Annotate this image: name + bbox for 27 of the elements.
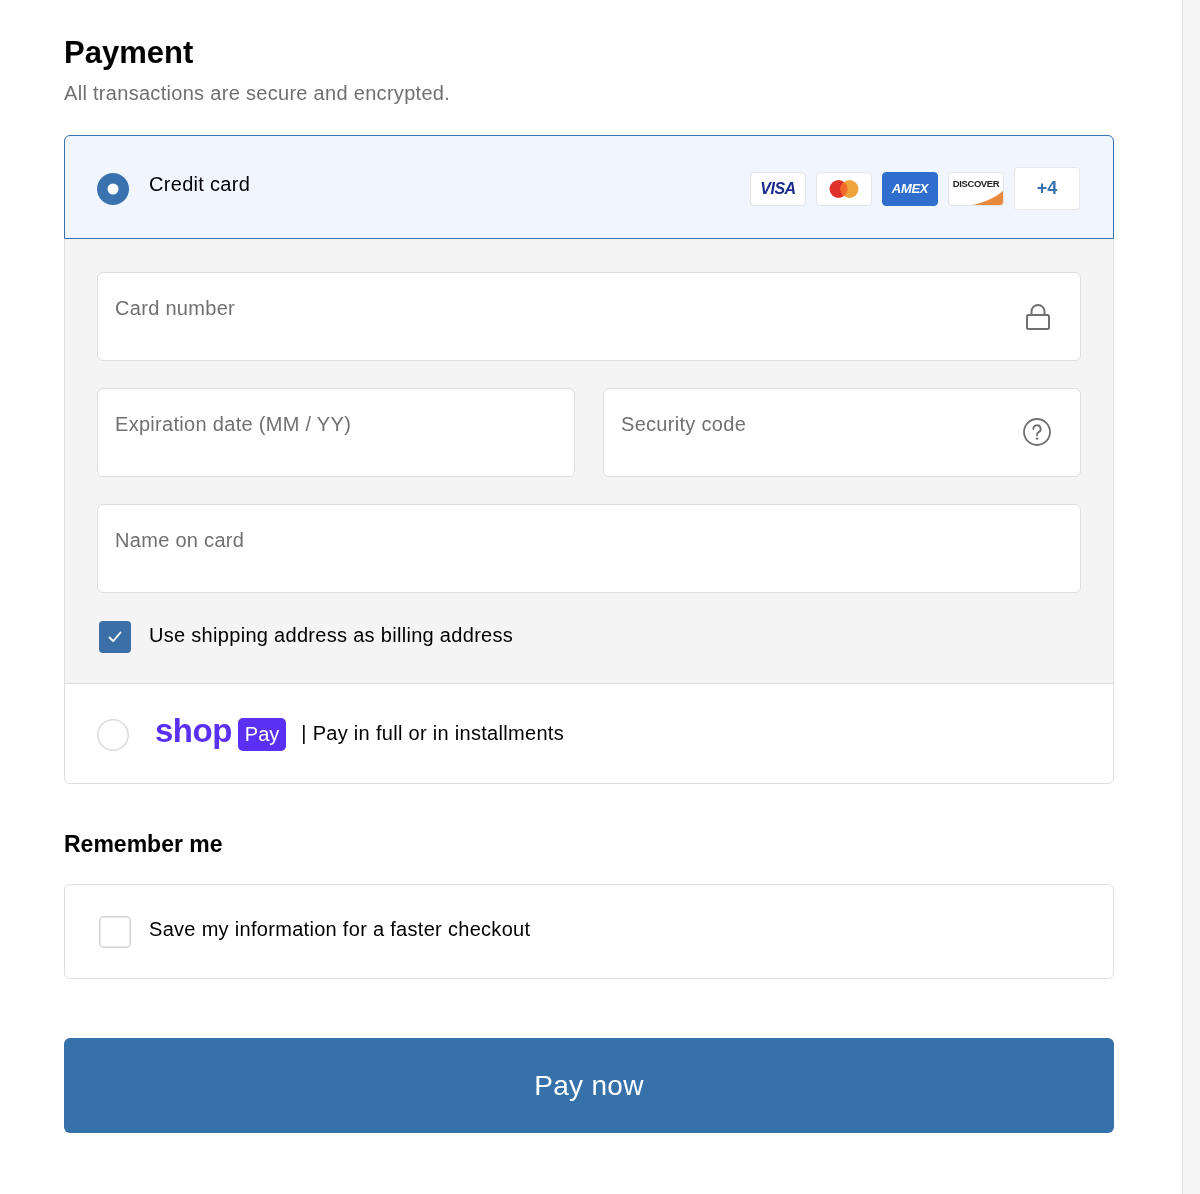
pay-now-button[interactable]: Pay now (64, 1038, 1114, 1133)
visa-logo: VISA (750, 171, 806, 206)
radio-button[interactable] (97, 172, 129, 205)
remember-me-heading: Remember me (64, 830, 224, 858)
payment-option-row[interactable]: shop Pay | Pay in full or in installments (65, 683, 1113, 783)
security-code-field[interactable]: Security code (603, 388, 1081, 477)
payment-subtitle: All transactions are secure and encrypted. (64, 81, 452, 106)
checkbox[interactable] (99, 621, 131, 653)
lock-icon (1026, 303, 1050, 330)
credit-card-label: Credit card (149, 172, 251, 196)
radio-button[interactable] (97, 719, 129, 751)
checkbox[interactable] (99, 915, 131, 948)
help-icon[interactable] (1023, 418, 1051, 446)
more-cards-count: +4 (1014, 167, 1080, 210)
save-information-label: Save my information for a faster checkout (149, 918, 531, 941)
mastercard-icon (816, 171, 872, 206)
expiration-date-field[interactable]: Expiration date (MM / YY) (97, 388, 575, 477)
card-number-field[interactable]: Card number (97, 272, 1081, 361)
payment-option-row[interactable]: Credit card VISA AMEX DISCOVER +4 (64, 135, 1114, 239)
name-on-card-field[interactable]: Name on card (97, 504, 1081, 593)
pay-logo-badge: Pay (237, 718, 287, 751)
shop-wordmark: shop (155, 710, 232, 751)
discover-logo: DISCOVER (948, 171, 1004, 206)
installments-label: | Pay in full or in installments (301, 722, 564, 745)
billing-address-label: Use shipping address as billing address (149, 623, 514, 647)
payment-heading: Payment (64, 35, 195, 71)
amex-logo: AMEX (882, 171, 938, 206)
